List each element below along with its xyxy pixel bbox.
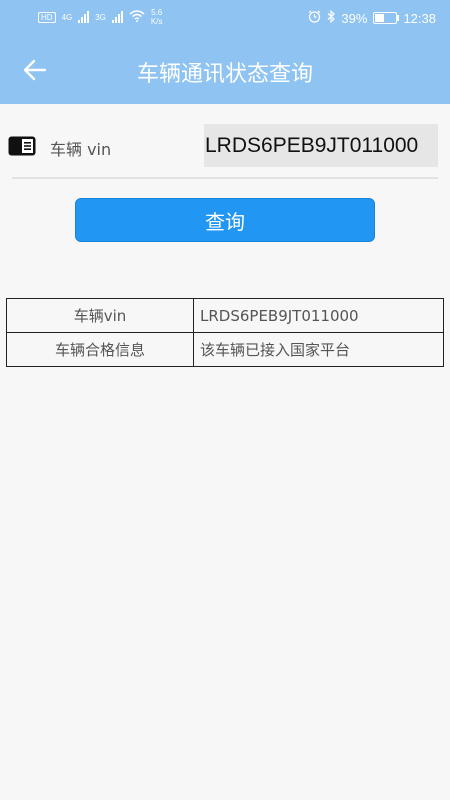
row-value: LRDS6PEB9JT011000	[193, 298, 444, 333]
result-table: 车辆vin LRDS6PEB9JT011000 车辆合格信息 该车辆已接入国家平…	[6, 298, 444, 367]
net-speed: 5.6 K/s	[151, 8, 163, 26]
app-bar: 车辆通讯状态查询	[0, 36, 450, 104]
status-left: HD 4G 3G 5.6 K/s	[38, 8, 162, 26]
net-speed-unit: K/s	[150, 17, 163, 26]
signal-icon	[78, 11, 90, 23]
table-row: 车辆合格信息 该车辆已接入国家平台	[6, 332, 444, 367]
vin-input-row: 车辆 vin	[0, 118, 450, 174]
input-divider	[12, 177, 438, 179]
status-right: 39% 12:38	[308, 9, 436, 26]
hd-badge: HD	[38, 11, 56, 23]
vin-input[interactable]	[204, 124, 438, 167]
row-key: 车辆合格信息	[6, 332, 194, 367]
battery-icon	[373, 12, 400, 24]
alarm-icon	[308, 10, 321, 26]
wifi-icon	[129, 9, 145, 25]
table-row: 车辆vin LRDS6PEB9JT011000	[6, 298, 444, 333]
net-3g-label: 3G	[95, 12, 106, 22]
signal-icon-2	[111, 11, 123, 23]
clock-time: 12:38	[403, 10, 436, 26]
status-bar: HD 4G 3G 5.6 K/s 39% 12:38	[0, 0, 450, 36]
battery-percent: 39%	[341, 10, 368, 26]
row-value: 该车辆已接入国家平台	[193, 332, 444, 367]
vin-label: 车辆 vin	[50, 140, 112, 159]
page-title: 车辆通讯状态查询	[136, 62, 313, 87]
query-button[interactable]: 查询	[75, 198, 375, 242]
id-card-icon	[8, 136, 36, 160]
row-key: 车辆vin	[6, 298, 194, 333]
bluetooth-icon	[327, 9, 336, 26]
net-4g-label: 4G	[61, 12, 73, 22]
net-speed-value: 5.6	[151, 8, 163, 17]
